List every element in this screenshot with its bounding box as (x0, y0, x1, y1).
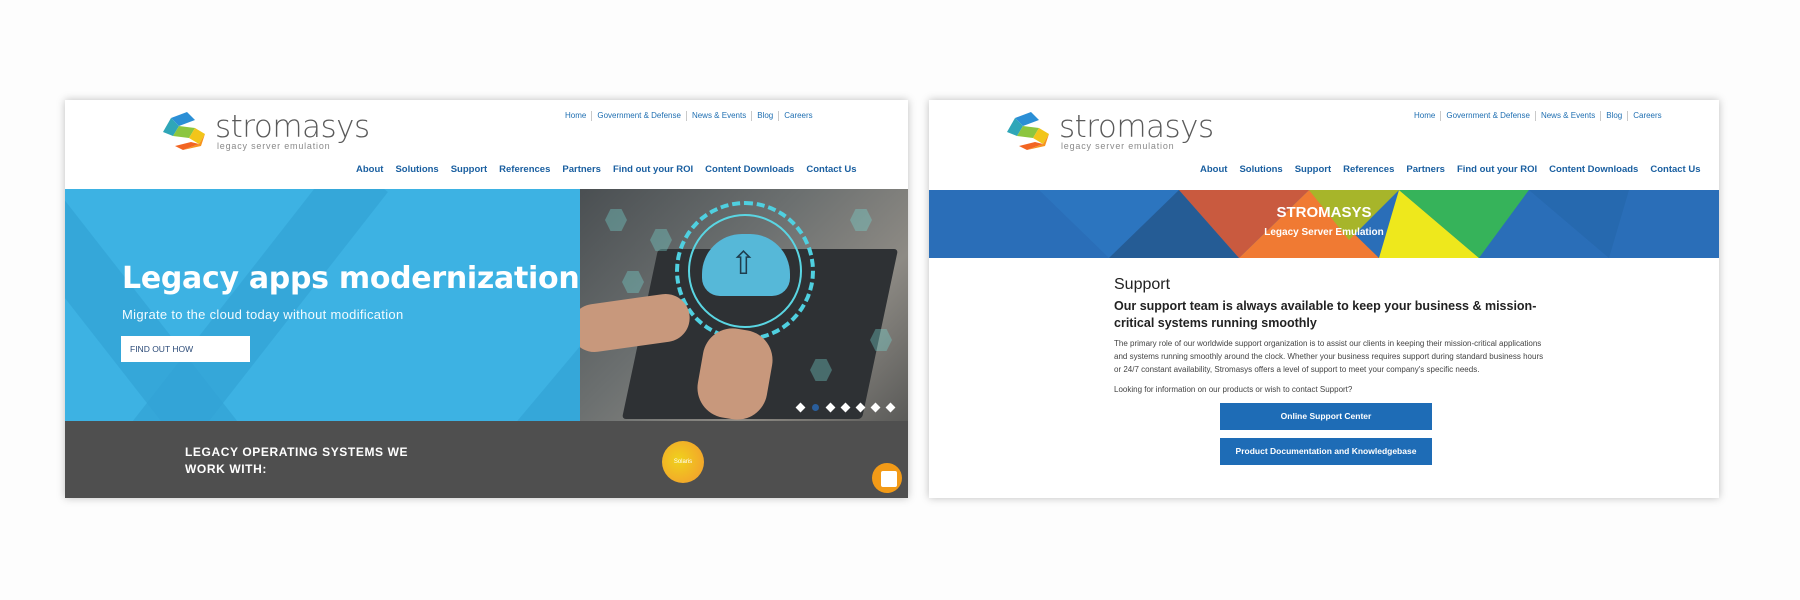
utility-nav-government-defense[interactable]: Government & Defense (592, 111, 687, 121)
nav-support[interactable]: Support (451, 164, 487, 175)
utility-nav-news-events[interactable]: News & Events (1536, 111, 1602, 121)
carousel-dot-3[interactable] (825, 402, 836, 413)
hero-title: Legacy apps modernization: (122, 261, 592, 296)
main-nav: About Solutions Support References Partn… (356, 164, 857, 175)
banner-triangles-graphic (1039, 190, 1629, 258)
support-content: Support Our support team is always avail… (1114, 276, 1544, 473)
utility-nav-blog[interactable]: Blog (1601, 111, 1629, 121)
support-heading: Our support team is always available to … (1114, 299, 1537, 330)
chat-icon[interactable] (872, 463, 902, 493)
utility-nav-government-defense[interactable]: Government & Defense (1441, 111, 1536, 121)
carousel-dot-4[interactable] (840, 402, 851, 413)
nav-roi[interactable]: Find out your ROI (613, 164, 693, 175)
hero-image-cloud-laptop: ⇧ (580, 189, 908, 421)
product-documentation-button[interactable]: Product Documentation and Knowledgebase (1220, 438, 1432, 465)
hero-banner: Legacy apps modernization: Migrate to th… (65, 189, 908, 421)
hexagon-icon (622, 271, 644, 293)
support-page-screenshot: stromasys legacy server emulation Home G… (929, 100, 1719, 498)
nav-contact-us[interactable]: Contact Us (806, 164, 856, 175)
online-support-center-button[interactable]: Online Support Center (1220, 403, 1432, 430)
nav-roi[interactable]: Find out your ROI (1457, 164, 1537, 175)
nav-references[interactable]: References (1343, 164, 1394, 175)
carousel-dot-1[interactable] (795, 402, 806, 413)
utility-nav-news-events[interactable]: News & Events (687, 111, 753, 121)
carousel-dots (795, 402, 896, 413)
support-question: Looking for information on our products … (1114, 385, 1353, 394)
banner-title: STROMASYS (1276, 204, 1372, 221)
carousel-dot-7[interactable] (885, 402, 896, 413)
home-page-screenshot: stromasys legacy server emulation Home G… (65, 100, 908, 498)
brand-name: stromasys (215, 109, 370, 145)
nav-contact-us[interactable]: Contact Us (1650, 164, 1700, 175)
page-banner: STROMASYS Legacy Server Emulation (929, 190, 1719, 258)
utility-nav-blog[interactable]: Blog (752, 111, 780, 121)
carousel-dot-2[interactable] (812, 404, 819, 411)
carousel-dot-6[interactable] (870, 402, 881, 413)
logo-mark-icon (1005, 110, 1055, 154)
nav-support[interactable]: Support (1295, 164, 1331, 175)
legacy-os-heading: LEGACY OPERATING SYSTEMS WE WORK WITH: (185, 444, 408, 478)
utility-nav-careers[interactable]: Careers (779, 111, 817, 121)
nav-references[interactable]: References (499, 164, 550, 175)
page-title: Support (1114, 276, 1171, 293)
hexagon-icon (650, 229, 672, 251)
upload-arrow-icon: ⇧ (730, 245, 757, 281)
banner-subtitle: Legacy Server Emulation (1264, 227, 1384, 238)
nav-solutions[interactable]: Solutions (395, 164, 438, 175)
logo-mark-icon (161, 110, 211, 154)
hexagon-icon (605, 209, 627, 231)
utility-nav: Home Government & Defense News & Events … (560, 111, 818, 121)
main-nav: About Solutions Support References Partn… (1200, 164, 1701, 175)
nav-content-downloads[interactable]: Content Downloads (705, 164, 794, 175)
nav-content-downloads[interactable]: Content Downloads (1549, 164, 1638, 175)
brand-logo[interactable]: stromasys legacy server emulation (1005, 110, 1214, 154)
nav-about[interactable]: About (1200, 164, 1227, 175)
nav-solutions[interactable]: Solutions (1239, 164, 1282, 175)
legacy-os-section: LEGACY OPERATING SYSTEMS WE WORK WITH: S… (65, 421, 908, 498)
utility-nav-home[interactable]: Home (560, 111, 593, 121)
legacy-os-heading-line1: LEGACY OPERATING SYSTEMS WE (185, 445, 409, 459)
utility-nav: Home Government & Defense News & Events … (1409, 111, 1667, 121)
solaris-logo[interactable]: Solaris (662, 441, 704, 483)
utility-nav-careers[interactable]: Careers (1628, 111, 1666, 121)
hero-subtitle: Migrate to the cloud today without modif… (122, 307, 404, 322)
brand-logo[interactable]: stromasys legacy server emulation (161, 110, 370, 154)
brand-name: stromasys (1059, 109, 1214, 145)
legacy-os-heading-line2: WORK WITH: (185, 462, 267, 476)
nav-about[interactable]: About (356, 164, 383, 175)
carousel-dot-5[interactable] (855, 402, 866, 413)
utility-nav-home[interactable]: Home (1409, 111, 1442, 121)
support-body-text: The primary role of our worldwide suppor… (1114, 339, 1544, 374)
hexagon-icon (850, 209, 872, 231)
find-out-how-button[interactable]: FIND OUT HOW (121, 336, 250, 362)
nav-partners[interactable]: Partners (562, 164, 601, 175)
nav-partners[interactable]: Partners (1406, 164, 1445, 175)
